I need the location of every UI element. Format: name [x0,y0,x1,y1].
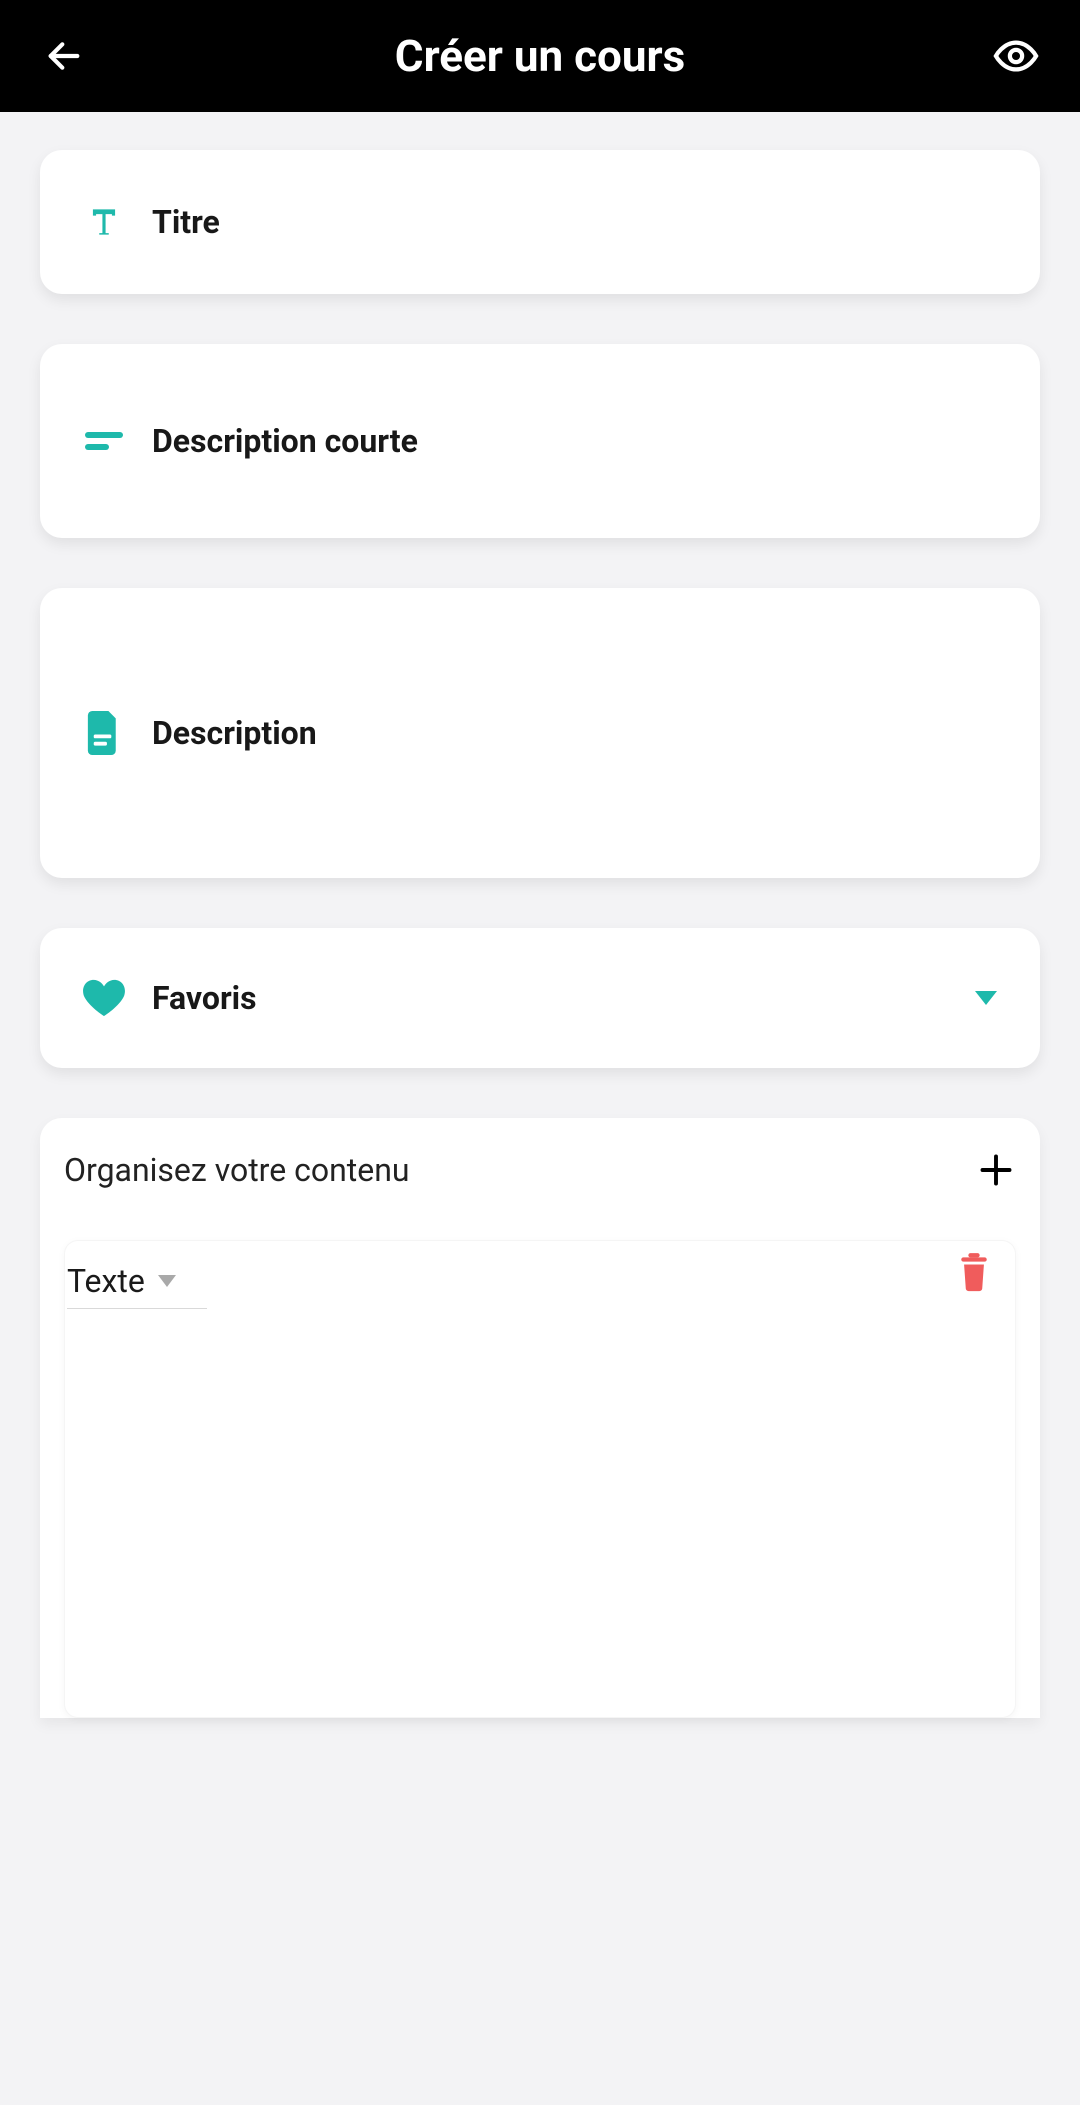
heart-icon [82,976,126,1020]
dropdown-caret-icon[interactable] [974,986,998,1010]
page-title: Créer un cours [88,30,992,82]
back-arrow-icon[interactable] [40,32,88,80]
preview-eye-icon[interactable] [992,32,1040,80]
favorites-dropdown-card[interactable]: Favoris [40,928,1040,1068]
chevron-down-icon [157,1271,177,1291]
short-description-label: Description courte [152,422,418,460]
favorites-label: Favoris [152,979,257,1017]
short-text-icon [82,419,126,463]
organize-header-row: Organisez votre contenu [64,1140,1016,1200]
delete-block-button[interactable] [957,1253,991,1293]
title-icon [82,200,126,244]
title-field-card[interactable]: Titre [40,150,1040,294]
title-field-label: Titre [152,203,220,241]
description-label: Description [152,714,317,752]
document-icon [82,711,126,755]
content-area: Titre Description courte Description [0,112,1080,1718]
add-block-button[interactable] [976,1150,1016,1190]
description-field-card[interactable]: Description [40,588,1040,878]
block-type-selector[interactable]: Texte [67,1253,207,1309]
organize-heading: Organisez votre contenu [64,1151,410,1189]
app-header: Créer un cours [0,0,1080,112]
block-type-label: Texte [67,1262,145,1300]
organize-content-card: Organisez votre contenu Texte [40,1118,1040,1718]
content-block: Texte [64,1240,1016,1718]
short-description-field-card[interactable]: Description courte [40,344,1040,538]
